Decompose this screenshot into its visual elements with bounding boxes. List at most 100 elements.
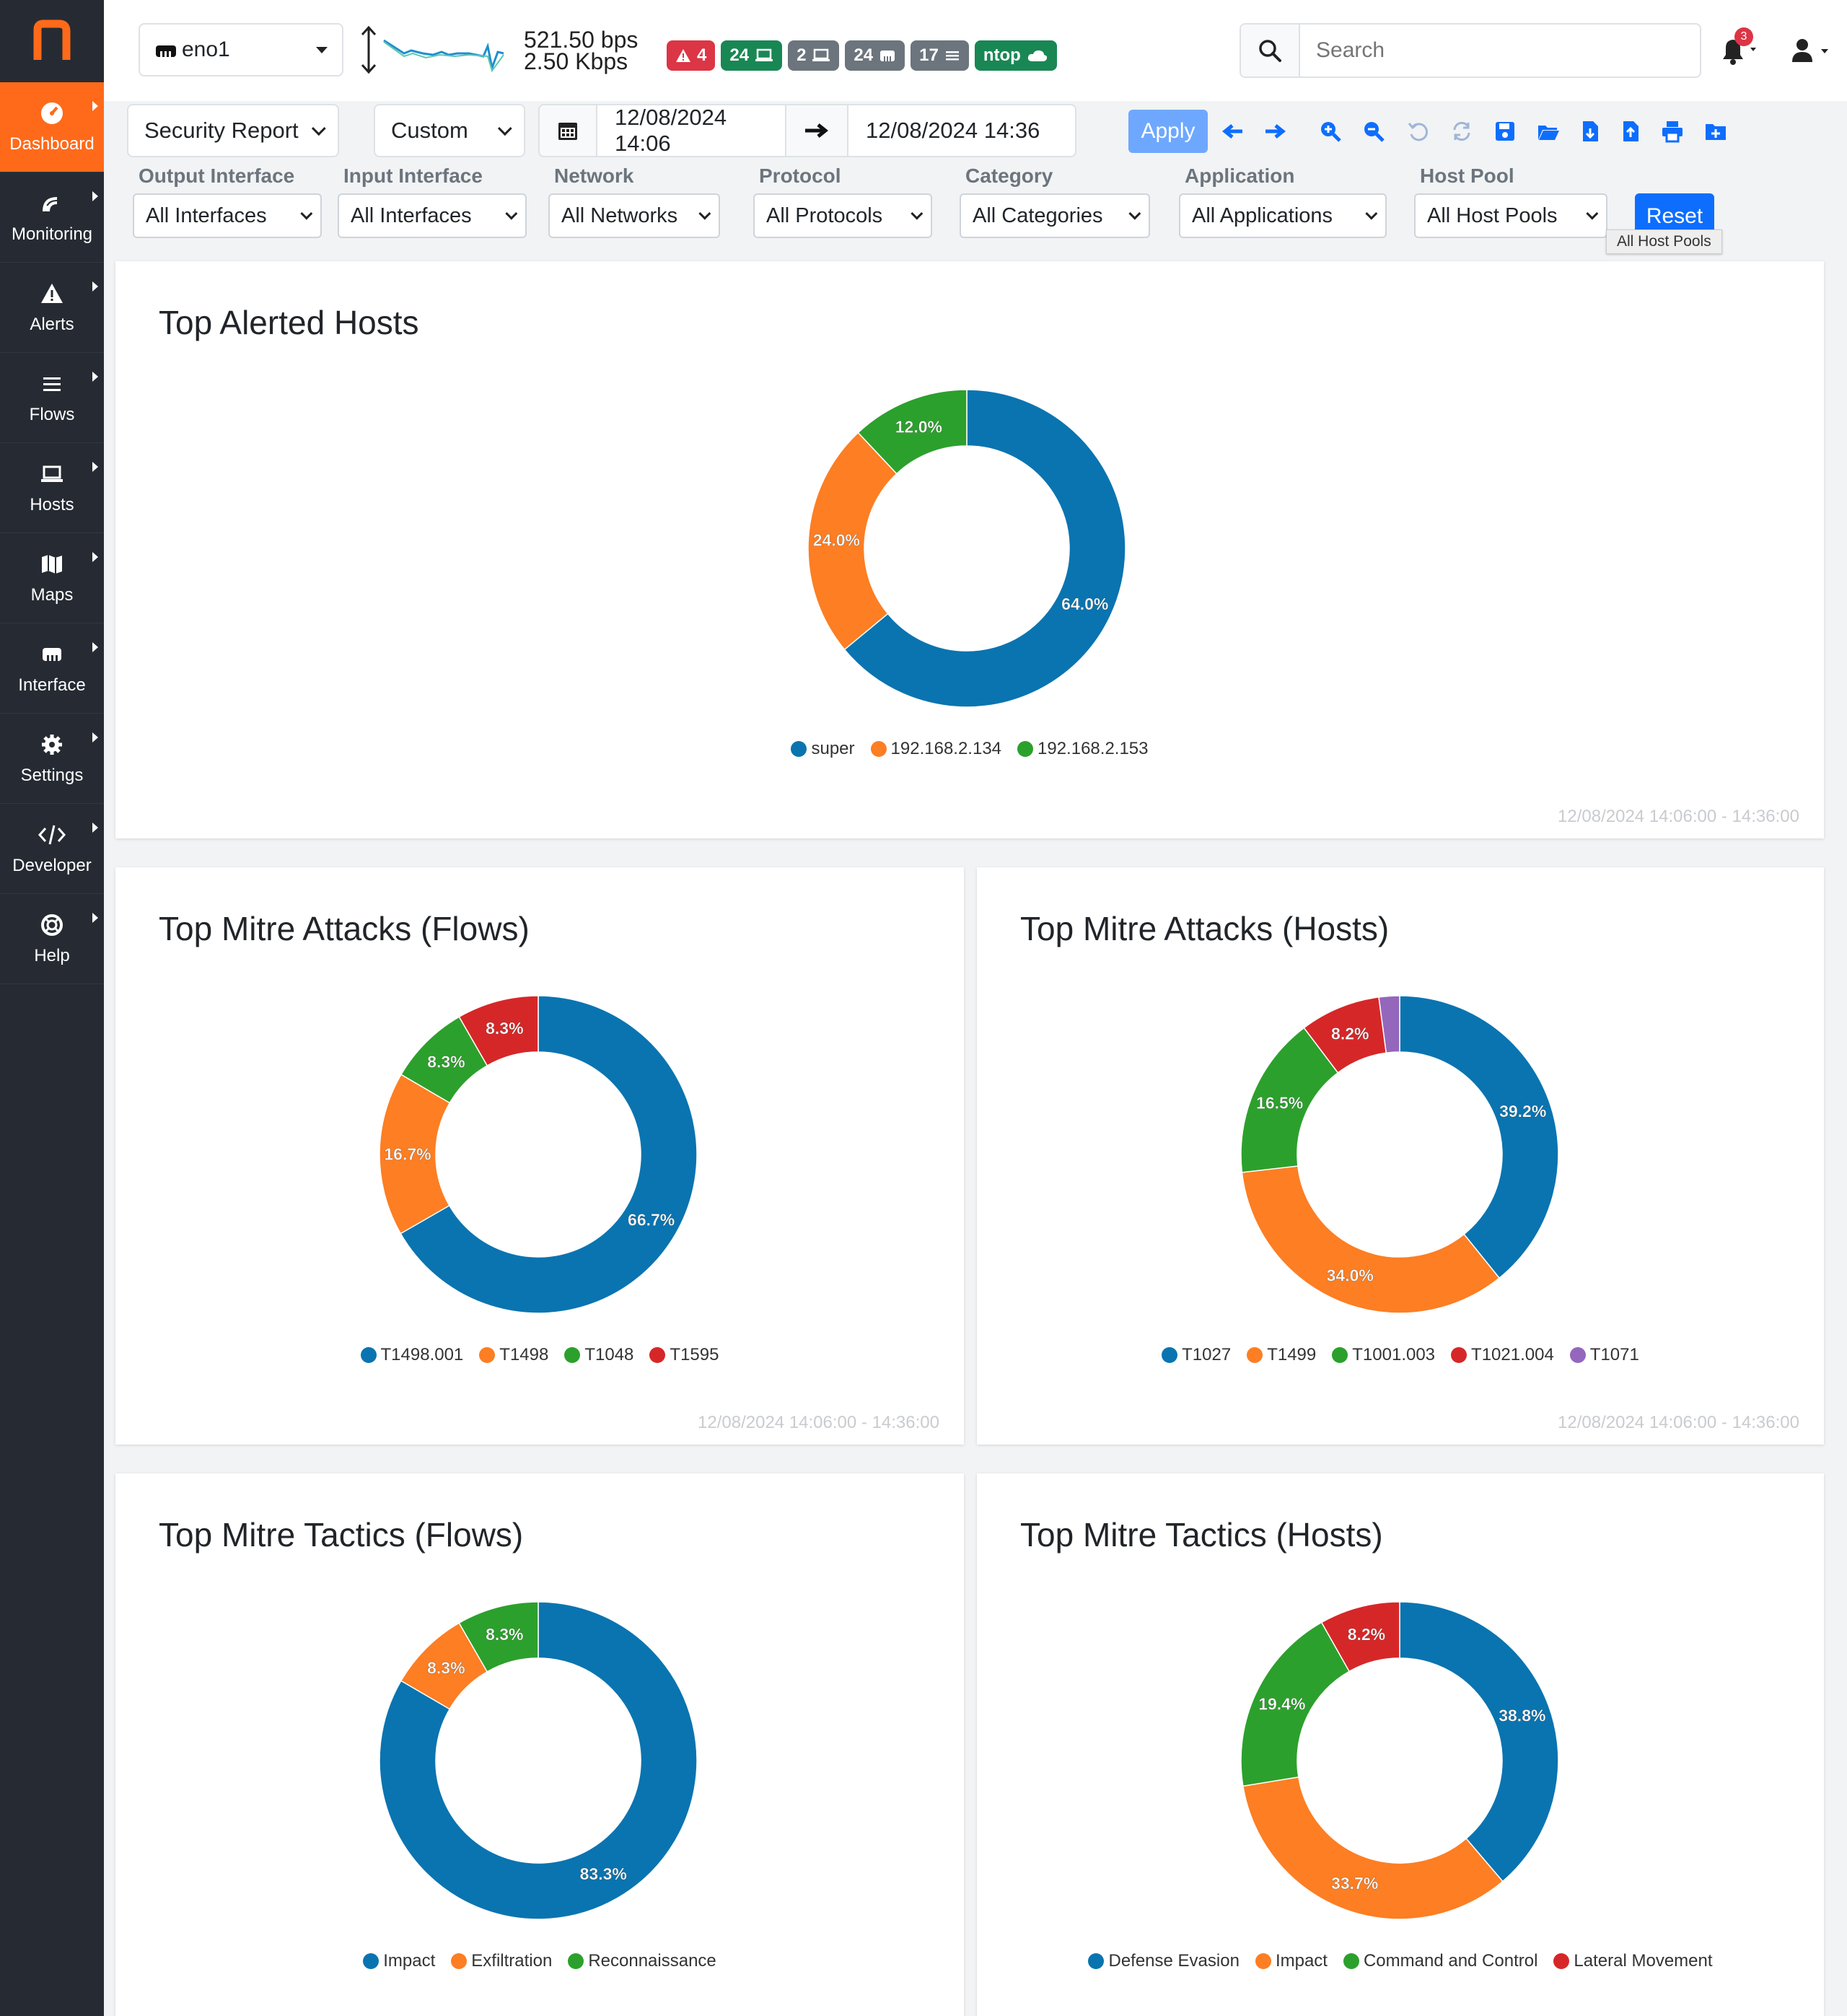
sidebar-item-interface[interactable]: Interface [0,623,104,714]
legend-item[interactable]: T1001.003 [1332,1345,1435,1365]
legend-item[interactable]: T1498.001 [360,1345,463,1365]
sidebar-item-dashboard[interactable]: Dashboard [0,82,104,172]
status-badge[interactable]: 2 [788,40,840,71]
search-icon [1259,40,1281,62]
arrow-right-button[interactable] [1264,120,1287,143]
folder-open-button[interactable] [1537,120,1560,143]
legend-label: Reconnaissance [588,1951,716,1971]
date-to-input[interactable]: 12/08/2024 14:36 [847,104,1076,157]
sidebar: Dashboard Monitoring Alerts Flows Hosts … [0,0,104,2016]
arrow-left-button[interactable] [1221,120,1244,143]
report-selector-value: Security Report [144,118,299,143]
ethernet-icon [156,45,176,57]
donut-slice[interactable] [1242,1776,1504,1920]
application-select[interactable]: All Applications [1179,193,1387,238]
slice-label: 8.3% [427,1053,465,1071]
input-interface-value: All Interfaces [351,203,472,227]
legend-item[interactable]: T1071 [1569,1345,1639,1365]
legend-item[interactable]: T1499 [1247,1345,1316,1365]
card-title: Top Mitre Tactics (Hosts) [1020,1516,1383,1553]
status-badge[interactable]: 4 [667,40,716,71]
category-select[interactable]: All Categories [960,193,1150,238]
search-button[interactable] [1241,25,1300,76]
legend-swatch [360,1347,377,1363]
legend-item[interactable]: Exfiltration [451,1951,552,1971]
zoom-in-button[interactable] [1319,120,1342,143]
status-badge[interactable]: 24 [721,40,783,71]
sidebar-item-settings[interactable]: Settings [0,714,104,804]
card-title: Top Alerted Hosts [159,304,419,341]
input-interface-select[interactable]: All Interfaces [338,193,527,238]
protocol-select[interactable]: All Protocols [753,193,932,238]
legend-item[interactable]: Impact [363,1951,435,1971]
refresh-button[interactable] [1450,120,1473,143]
legend-item[interactable]: Lateral Movement [1553,1951,1713,1971]
sidebar-item-monitoring[interactable]: Monitoring [0,172,104,263]
legend-item[interactable]: T1595 [649,1345,719,1365]
sidebar-item-developer[interactable]: Developer [0,804,104,894]
interface-selector[interactable]: eno1 [139,23,343,76]
interface-name: eno1 [182,38,230,61]
legend-item[interactable]: 192.168.2.153 [1017,739,1149,759]
zoom-out-button[interactable] [1362,120,1385,143]
legend-item[interactable]: Defense Evasion [1088,1951,1240,1971]
chevron-down-icon [911,207,924,220]
legend-item[interactable]: T1021.004 [1451,1345,1554,1365]
legend-swatch [870,741,887,757]
notifications-button[interactable]: 3 [1719,27,1762,68]
donut-slice[interactable] [1399,995,1559,1279]
traffic-rates: 521.50 bps 2.50 Kbps [524,28,638,73]
save-icon [1496,122,1514,141]
print-icon [1662,121,1683,143]
status-badge[interactable]: 17 [911,40,969,71]
network-label: Network [554,165,634,187]
network-select[interactable]: All Networks [548,193,720,238]
protocol-label: Protocol [759,165,841,187]
status-badge[interactable]: 24 [845,40,905,71]
legend-item[interactable]: 192.168.2.134 [870,739,1001,759]
top-header: eno1 521.50 bps 2.50 Kbps 4 24 2 24 17 ntop [104,0,1847,101]
sidebar-item-maps[interactable]: Maps [0,533,104,623]
sidebar-item-alerts[interactable]: Alerts [0,263,104,353]
caret-right-icon [92,913,98,923]
search-input[interactable] [1300,25,1700,76]
caret-right-icon [92,732,98,742]
legend-label: T1001.003 [1352,1345,1436,1364]
legend-swatch [1255,1953,1271,1969]
undo-button[interactable] [1407,120,1430,143]
legend-item[interactable]: super [791,739,855,759]
legend-swatch [1553,1953,1570,1969]
calendar-button[interactable] [538,104,597,157]
apply-button[interactable]: Apply [1128,110,1208,153]
period-selector[interactable]: Custom [374,104,525,157]
host-pool-select[interactable]: All Host Pools [1414,193,1607,238]
save-button[interactable] [1493,120,1517,143]
file-upload-button[interactable] [1619,120,1642,143]
add-widget-button[interactable] [1704,120,1727,143]
card-title: Top Mitre Tactics (Flows) [159,1516,524,1553]
donut-slice[interactable] [1399,1601,1559,1883]
status-badge[interactable]: ntop [974,40,1057,71]
legend-item[interactable]: Reconnaissance [568,1951,716,1971]
ntop-logo[interactable] [0,0,104,82]
file-download-button[interactable] [1579,120,1602,143]
user-menu[interactable] [1789,36,1840,68]
file-download-icon [1583,121,1598,141]
sidebar-item-hosts[interactable]: Hosts [0,443,104,533]
legend-item[interactable]: Command and Control [1343,1951,1537,1971]
slice-label: 66.7% [628,1211,675,1230]
hosts-icon [38,460,66,488]
donut-slice[interactable] [1241,1165,1501,1314]
legend-item[interactable]: T1498 [479,1345,548,1365]
legend-item[interactable]: T1027 [1162,1345,1231,1365]
print-button[interactable] [1661,120,1684,143]
sidebar-item-flows[interactable]: Flows [0,353,104,443]
legend-item[interactable]: Impact [1255,1951,1328,1971]
report-selector[interactable]: Security Report [127,104,339,157]
date-from-input[interactable]: 12/08/2024 14:06 [596,104,786,157]
output-interface-select[interactable]: All Interfaces [133,193,322,238]
arrow-left-icon [1221,124,1242,139]
legend-swatch [1088,1953,1105,1969]
legend-item[interactable]: T1048 [564,1345,633,1365]
sidebar-item-help[interactable]: Help [0,894,104,984]
